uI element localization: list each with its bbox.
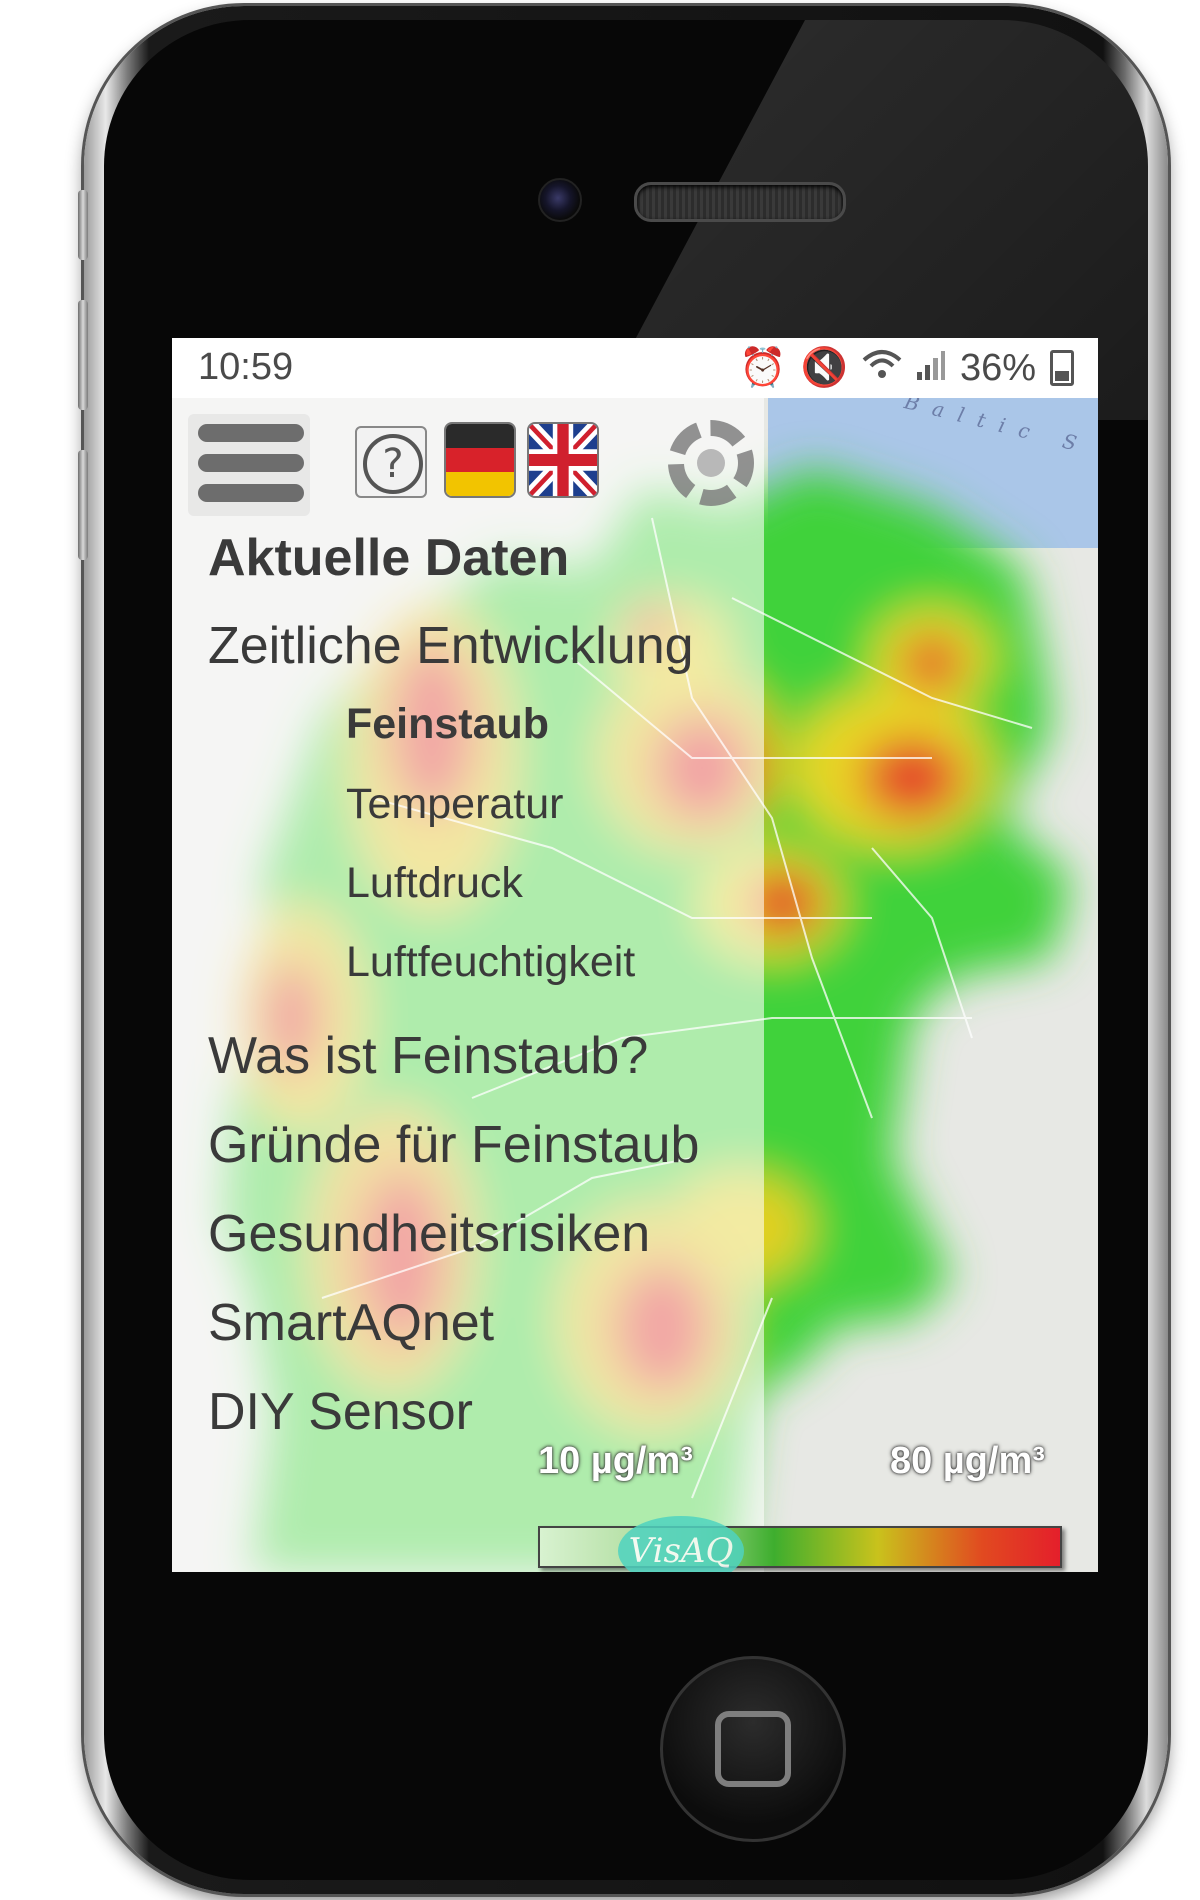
status-time: 10:59 bbox=[198, 346, 294, 388]
help-icon: ? bbox=[363, 434, 423, 494]
legend-max-label: 80 µg/m³ bbox=[890, 1440, 1045, 1482]
earpiece-speaker bbox=[634, 182, 846, 222]
mute-switch[interactable] bbox=[78, 450, 88, 560]
menu-item-gruende-fuer-feinstaub[interactable]: Gründe für Feinstaub bbox=[208, 1115, 699, 1175]
legend-color-scale bbox=[538, 1526, 1062, 1568]
home-square-icon bbox=[715, 1711, 791, 1787]
menu-item-gesundheitsrisiken[interactable]: Gesundheitsrisiken bbox=[208, 1204, 650, 1264]
menu-item-diy-sensor[interactable]: DIY Sensor bbox=[208, 1382, 473, 1442]
front-camera bbox=[538, 178, 582, 222]
wifi-icon bbox=[862, 347, 902, 390]
submenu-item-luftdruck[interactable]: Luftdruck bbox=[346, 859, 523, 908]
home-button[interactable] bbox=[660, 1656, 846, 1842]
submenu-item-feinstaub[interactable]: Feinstaub bbox=[346, 700, 549, 749]
battery-percent: 36% bbox=[959, 346, 1036, 389]
gear-icon[interactable] bbox=[668, 420, 754, 506]
phone-screen: 10:59 ⏰ 🔇 36% Baltic S ? Aktuelle Daten … bbox=[172, 338, 1098, 1572]
battery-icon bbox=[1050, 350, 1074, 386]
menu-item-aktuelle-daten[interactable]: Aktuelle Daten bbox=[208, 528, 569, 588]
hamburger-menu-icon[interactable] bbox=[188, 414, 310, 516]
submenu-item-temperatur[interactable]: Temperatur bbox=[346, 780, 563, 829]
volume-up-button[interactable] bbox=[78, 190, 88, 260]
alarm-icon: ⏰ bbox=[739, 347, 787, 389]
volume-down-button[interactable] bbox=[78, 300, 88, 410]
menu-item-zeitliche-entwicklung[interactable]: Zeitliche Entwicklung bbox=[208, 616, 694, 676]
help-button[interactable]: ? bbox=[355, 426, 427, 498]
legend-min-label: 10 µg/m³ bbox=[538, 1440, 693, 1482]
status-icons: ⏰ 🔇 36% bbox=[739, 346, 1074, 390]
status-bar: 10:59 ⏰ 🔇 36% bbox=[172, 338, 1098, 398]
uk-flag-icon[interactable] bbox=[527, 422, 599, 498]
air-quality-map[interactable]: Baltic S ? Aktuelle Daten Zeitliche Entw… bbox=[172, 398, 1098, 1572]
menu-item-was-ist-feinstaub[interactable]: Was ist Feinstaub? bbox=[208, 1026, 648, 1086]
submenu-item-luftfeuchtigkeit[interactable]: Luftfeuchtigkeit bbox=[346, 938, 635, 987]
germany-flag-icon[interactable] bbox=[444, 422, 516, 498]
signal-icon bbox=[916, 347, 946, 390]
mute-icon: 🔇 bbox=[800, 347, 848, 389]
menu-item-smartaqnet[interactable]: SmartAQnet bbox=[208, 1293, 494, 1353]
